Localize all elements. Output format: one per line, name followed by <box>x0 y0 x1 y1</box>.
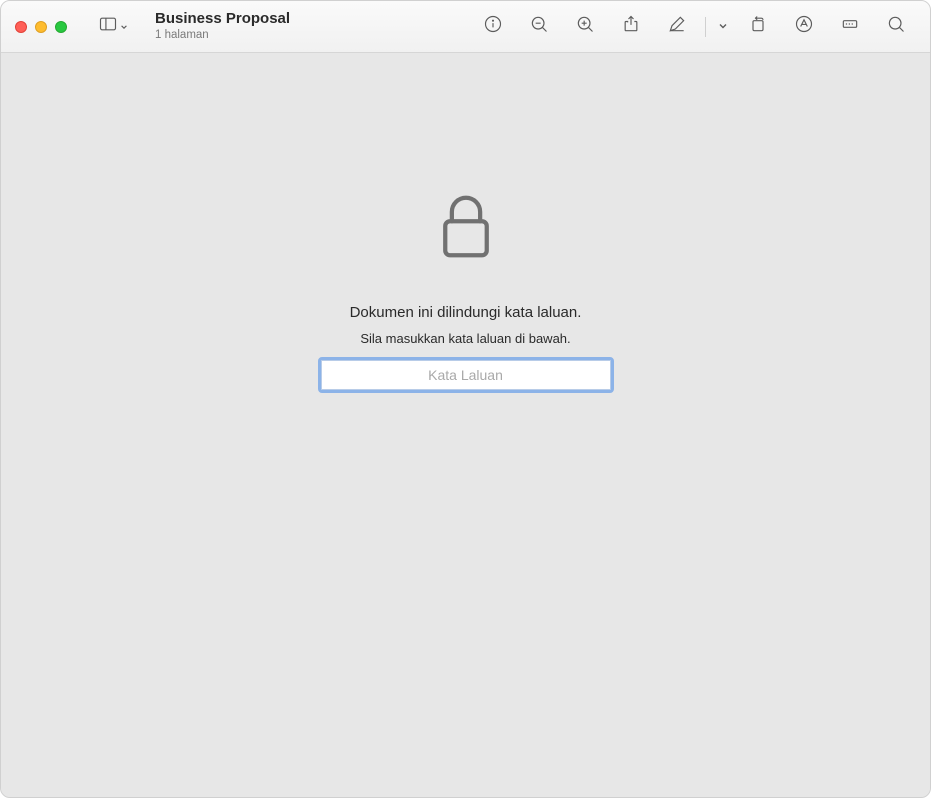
rotate-icon <box>748 14 768 39</box>
minimize-window-button[interactable] <box>35 21 47 33</box>
password-protected-message: Dokumen ini dilindungi kata laluan. <box>350 304 582 321</box>
redact-icon <box>840 14 860 39</box>
lock-icon <box>437 193 495 264</box>
rotate-button[interactable] <box>738 9 778 45</box>
pencil-icon <box>667 14 687 39</box>
chevron-down-icon <box>718 18 728 36</box>
document-title-group: Business Proposal 1 halaman <box>155 10 315 43</box>
info-icon <box>483 14 503 39</box>
redact-button[interactable] <box>830 9 870 45</box>
app-window: Business Proposal 1 halaman <box>0 0 931 798</box>
zoom-in-button[interactable] <box>565 9 605 45</box>
inspector-button[interactable] <box>473 9 513 45</box>
window-controls <box>15 21 67 33</box>
highlight-button[interactable] <box>784 9 824 45</box>
chevron-down-icon <box>120 18 128 36</box>
titlebar: Business Proposal 1 halaman <box>1 1 930 53</box>
search-icon <box>886 14 906 39</box>
zoom-in-icon <box>575 14 595 39</box>
toolbar <box>473 9 916 45</box>
document-title: Business Proposal <box>155 10 315 28</box>
markup-menu-button[interactable] <box>714 18 732 36</box>
share-icon <box>621 14 641 39</box>
document-subtitle: 1 halaman <box>155 29 315 43</box>
maximize-window-button[interactable] <box>55 21 67 33</box>
toolbar-separator <box>705 17 706 37</box>
close-window-button[interactable] <box>15 21 27 33</box>
password-instruction-message: Sila masukkan kata laluan di bawah. <box>360 331 570 346</box>
zoom-out-button[interactable] <box>519 9 559 45</box>
sidebar-toggle-button[interactable] <box>93 9 133 45</box>
markup-button[interactable] <box>657 9 697 45</box>
search-button[interactable] <box>876 9 916 45</box>
zoom-out-icon <box>529 14 549 39</box>
highlight-icon <box>794 14 814 39</box>
sidebar-icon <box>98 14 118 39</box>
document-content-area: Dokumen ini dilindungi kata laluan. Sila… <box>1 53 930 797</box>
share-button[interactable] <box>611 9 651 45</box>
password-input[interactable] <box>321 360 611 390</box>
